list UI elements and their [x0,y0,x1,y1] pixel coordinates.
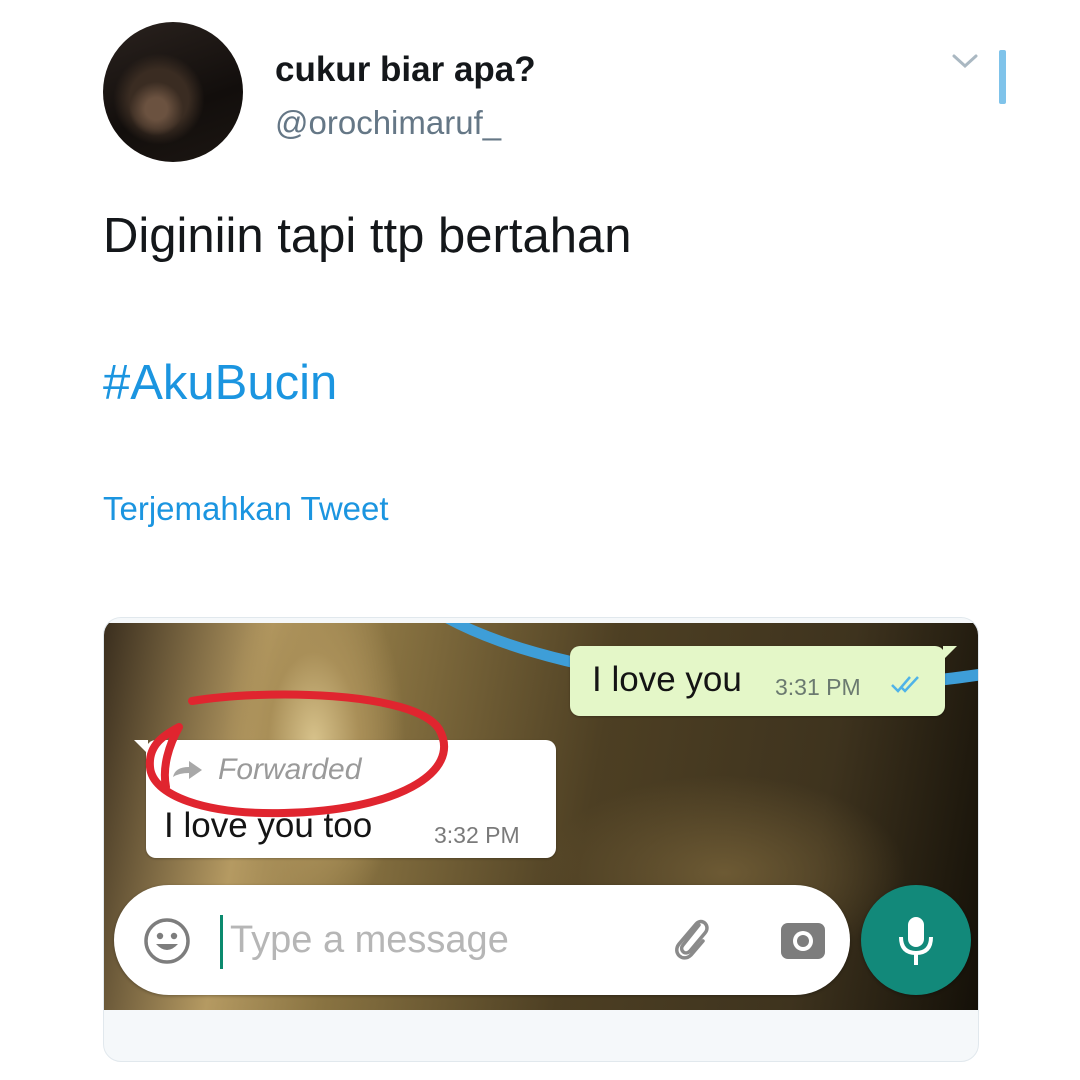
chevron-down-icon[interactable] [950,50,980,72]
forwarded-label: Forwarded [218,753,362,786]
incoming-message-time: 3:32 PM [434,822,520,848]
translate-tweet-link[interactable]: Terjemahkan Tweet [103,490,389,528]
text-cursor [220,915,223,969]
incoming-message-bubble: Forwarded I love you too 3:32 PM [134,740,556,858]
hashtag-link[interactable]: #AkuBucin [103,355,337,411]
message-input[interactable] [228,909,552,971]
outgoing-message-time: 3:31 PM [775,674,861,700]
scroll-indicator [999,50,1006,104]
chat-screenshot-image: I love you 3:31 PM Forwarded I love you … [104,623,978,1010]
user-handle[interactable]: @orochimaruf_ [275,104,501,142]
camera-icon[interactable] [778,915,828,965]
microphone-icon [899,917,933,965]
display-name[interactable]: cukur biar apa? [275,50,536,90]
message-composer [114,885,850,995]
outgoing-message-bubble: I love you 3:31 PM [570,646,957,716]
microphone-button[interactable] [861,885,971,995]
incoming-message-text: I love you too [164,806,373,845]
profile-avatar[interactable] [103,22,243,162]
tweet-text: Diginiin tapi ttp bertahan [103,209,632,263]
tweet-media[interactable]: I love you 3:31 PM Forwarded I love you … [103,617,979,1062]
outgoing-message-text: I love you [592,660,742,699]
double-check-icon [891,676,919,693]
paperclip-icon[interactable] [669,913,713,963]
forward-arrow-icon [173,761,202,779]
emoji-icon[interactable] [142,916,192,966]
